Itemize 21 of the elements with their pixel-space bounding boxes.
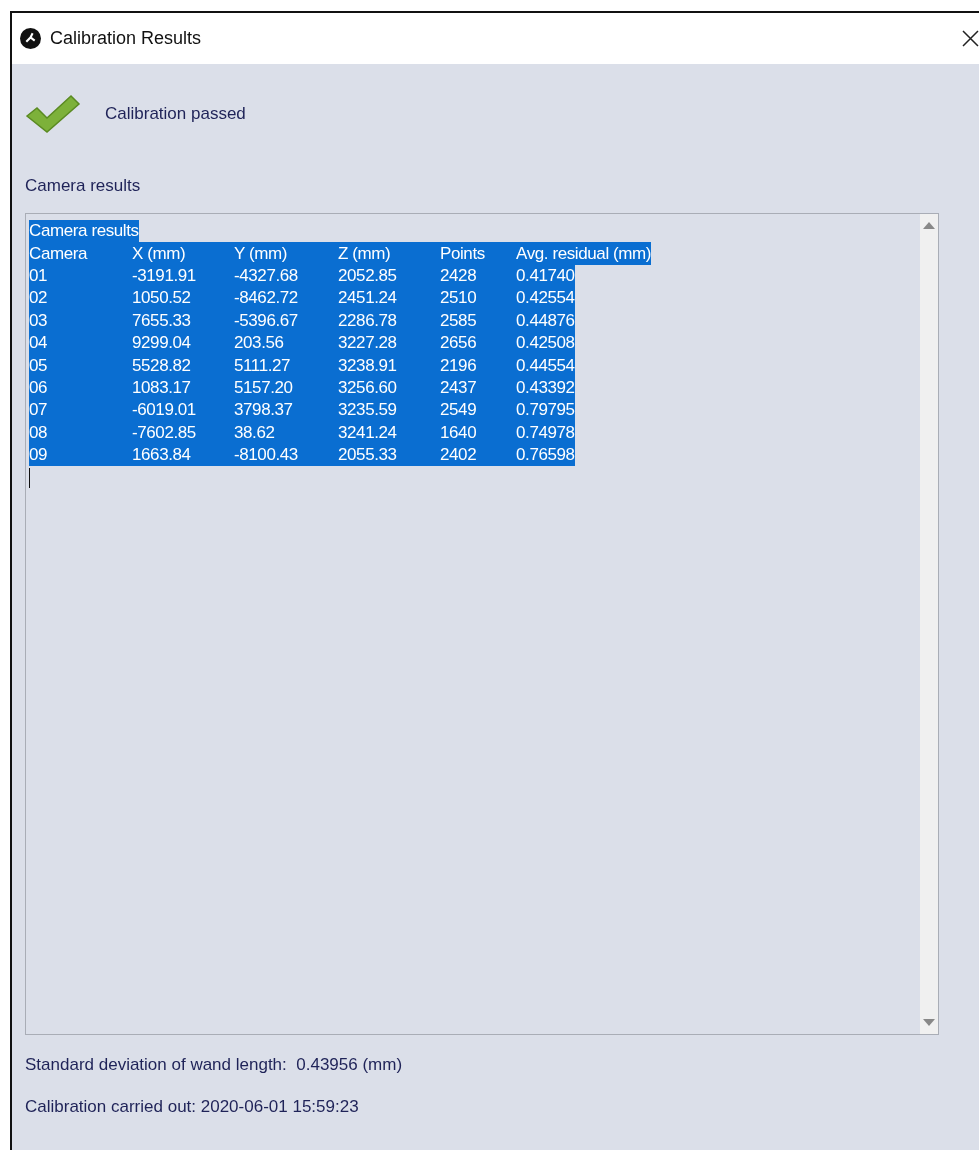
result-row: 07 -6019.01 3798.37 3235.59 2549 0.79795 bbox=[29, 399, 575, 422]
footer-text: Standard deviation of wand length: 0.43956 (mm) bbox=[25, 1055, 404, 1075]
result-row: 09 1663.84 -8100.43 2055.33 2402 0.76598 bbox=[29, 443, 575, 467]
result-row: 08 -7602.85 38.62 3241.24 1640 0.74978 bbox=[29, 421, 575, 444]
result-row: 02 1050.52 -8462.72 2451.24 2510 0.42554 bbox=[29, 287, 575, 310]
text-cursor bbox=[29, 468, 30, 489]
checkmark-icon bbox=[25, 94, 81, 134]
window-title: Calibration Results bbox=[50, 28, 203, 49]
result-row: 01 -3191.91 -4327.68 2052.85 2428 0.41740 bbox=[29, 264, 575, 288]
result-row: 05 5528.82 5111.27 3238.91 2196 0.44554 bbox=[29, 354, 575, 377]
results-text-box[interactable] bbox=[25, 213, 939, 1035]
result-row: 04 9299.04 203.56 3227.28 2656 0.42508 bbox=[29, 331, 575, 355]
status-message: Calibration passed bbox=[105, 104, 246, 124]
result-row: 06 1083.17 5157.20 3256.60 2437 0.43392 bbox=[29, 376, 575, 400]
scroll-up-icon[interactable] bbox=[923, 222, 935, 229]
footer-text: Calibration carried out: 2020-06-01 15:59:23 bbox=[25, 1097, 360, 1117]
scrollbar[interactable] bbox=[920, 214, 938, 1034]
result-row: 03 7655.33 -5396.67 2286.78 2585 0.44876 bbox=[29, 309, 575, 332]
app-logo-icon bbox=[20, 28, 41, 49]
section-label: Camera results bbox=[25, 176, 142, 196]
scroll-down-icon[interactable] bbox=[923, 1019, 935, 1026]
